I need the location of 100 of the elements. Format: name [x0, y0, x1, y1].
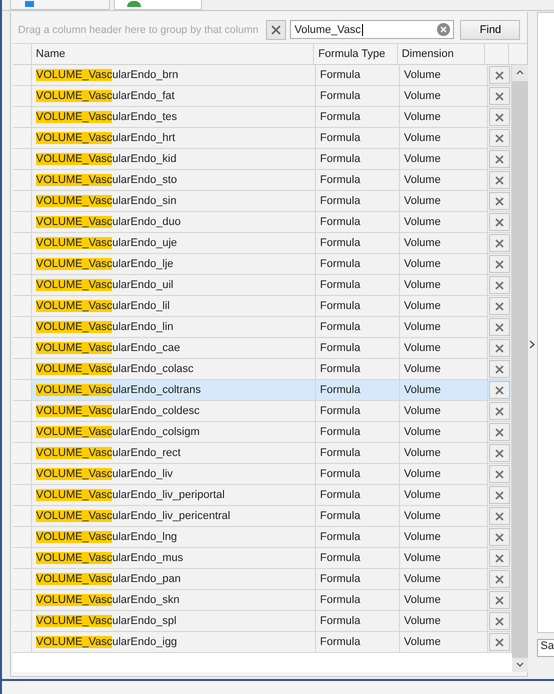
table-row[interactable]: VOLUME_VascularEndo_lil Formula Volume	[13, 296, 512, 317]
table-cell: Formula	[320, 636, 360, 648]
close-icon	[495, 428, 504, 436]
table-row[interactable]: VOLUME_VascularEndo_coldesc Formula Volume	[13, 401, 512, 422]
table-row[interactable]: VOLUME_VascularEndo_cae Formula Volume	[13, 338, 512, 359]
delete-button[interactable]	[489, 402, 510, 420]
table-row[interactable]: VOLUME_VascularEndo_lje Formula Volume	[13, 254, 512, 275]
table-row[interactable]: VOLUME_VascularEndo_brn Formula Volume	[13, 65, 512, 86]
table-cell: Volume	[404, 489, 441, 501]
close-icon	[495, 112, 504, 122]
delete-button[interactable]	[489, 318, 510, 336]
table-row[interactable]: VOLUME_VascularEndo_lin Formula Volume	[13, 317, 512, 338]
delete-button[interactable]	[489, 549, 510, 567]
table-row[interactable]: VOLUME_VascularEndo_uil Formula Volume	[13, 275, 512, 296]
table-row[interactable]: VOLUME_VascularEndo_hrt Formula Volume	[13, 128, 512, 149]
table-row[interactable]: VOLUME_VascularEndo_kid Formula Volume	[13, 149, 512, 170]
table-cell: Volume	[404, 447, 441, 459]
delete-button[interactable]	[489, 339, 510, 357]
tab[interactable]	[114, 0, 202, 10]
delete-button[interactable]	[489, 591, 510, 609]
table-row[interactable]: VOLUME_VascularEndo_spl Formula Volume	[13, 611, 512, 632]
table-row[interactable]: VOLUME_VascularEndo_uje Formula Volume	[13, 233, 512, 254]
table-cell: Volume	[404, 363, 441, 375]
table-row[interactable]: VOLUME_VascularEndo_mus Formula Volume	[13, 548, 512, 569]
input-field[interactable]: Sa	[536, 639, 554, 657]
delete-button[interactable]	[489, 108, 510, 126]
table-cell: Volume	[404, 594, 441, 606]
table-cell: Formula	[320, 300, 360, 312]
delete-button[interactable]	[489, 171, 510, 189]
table-cell: VOLUME_VascularEndo_lje	[36, 258, 174, 270]
close-icon	[495, 386, 504, 394]
delete-button[interactable]	[489, 465, 510, 483]
delete-button[interactable]	[489, 381, 510, 399]
delete-button[interactable]	[489, 192, 510, 210]
table-row[interactable]: VOLUME_VascularEndo_fat Formula Volume	[13, 86, 512, 107]
close-icon	[495, 238, 504, 248]
table-row[interactable]: VOLUME_VascularEndo_igg Formula Volume	[13, 632, 512, 653]
table-row[interactable]: VOLUME_VascularEndo_liv Formula Volume	[13, 464, 512, 485]
table-row[interactable]: VOLUME_VascularEndo_duo Formula Volume	[13, 212, 512, 233]
table-row[interactable]: VOLUME_VascularEndo_tes Formula Volume	[13, 107, 512, 128]
table-cell: Formula	[320, 531, 360, 543]
table-cell: VOLUME_VascularEndo_spl	[36, 615, 176, 627]
column-header[interactable]: Dimension	[398, 44, 486, 64]
table-cell: Formula	[320, 426, 360, 438]
column-header[interactable]: Name	[32, 44, 314, 64]
table-row[interactable]: VOLUME_VascularEndo_colasc Formula Volume	[13, 359, 512, 380]
column-header[interactable]: Formula Type	[314, 44, 398, 64]
delete-button[interactable]	[489, 423, 510, 441]
search-field[interactable]: Volume_Vasc	[290, 20, 454, 39]
scroll-up-icon[interactable]	[516, 69, 524, 75]
tab[interactable]	[10, 0, 110, 10]
scroll-down-icon[interactable]	[516, 662, 524, 668]
delete-button[interactable]	[489, 444, 510, 462]
close-icon	[495, 616, 504, 626]
delete-button[interactable]	[489, 276, 510, 294]
delete-button[interactable]	[489, 633, 510, 651]
delete-button[interactable]	[489, 150, 510, 168]
delete-button[interactable]	[489, 486, 510, 504]
table-row[interactable]: VOLUME_VascularEndo_sin Formula Volume	[13, 191, 512, 212]
delete-button[interactable]	[489, 297, 510, 315]
table-row[interactable]: VOLUME_VascularEndo_pan Formula Volume	[13, 569, 512, 590]
tab-icon	[25, 1, 34, 7]
expand-icon[interactable]	[529, 340, 536, 349]
close-icon	[495, 134, 504, 142]
table-row[interactable]: VOLUME_VascularEndo_rect Formula Volume	[13, 443, 512, 464]
table-row[interactable]: VOLUME_VascularEndo_skn Formula Volume	[13, 590, 512, 611]
delete-button[interactable]	[489, 360, 510, 378]
delete-button[interactable]	[489, 66, 510, 84]
delete-button[interactable]	[489, 234, 510, 252]
close-icon	[495, 344, 504, 352]
table-row[interactable]: VOLUME_VascularEndo_sto Formula Volume	[13, 170, 512, 191]
table-cell: Volume	[404, 426, 441, 438]
close-icon	[495, 260, 504, 268]
table-cell: Formula	[320, 69, 360, 81]
table-cell: VOLUME_VascularEndo_colsigm	[36, 426, 200, 438]
table-row[interactable]: VOLUME_VascularEndo_lng Formula Volume	[13, 527, 512, 548]
clear-icon[interactable]	[437, 23, 450, 36]
table-cell: Volume	[404, 552, 441, 564]
delete-button[interactable]	[489, 612, 510, 630]
table-row[interactable]: VOLUME_VascularEndo_colsigm Formula Volume	[13, 422, 512, 443]
table-row[interactable]: VOLUME_VascularEndo_liv_pericentral Formula Volume	[13, 506, 512, 527]
table-cell: Volume	[404, 342, 441, 354]
table-cell: Formula	[320, 237, 360, 249]
delete-button[interactable]	[489, 87, 510, 105]
table-row[interactable]: VOLUME_VascularEndo_coltrans Formula Volume	[13, 380, 512, 401]
close-icon	[495, 70, 504, 80]
table-cell: VOLUME_VascularEndo_colasc	[36, 363, 194, 375]
table-cell: Volume	[404, 615, 441, 627]
table-cell: Volume	[404, 258, 441, 270]
table-row[interactable]: VOLUME_VascularEndo_liv_periportal Formula Volume	[13, 485, 512, 506]
delete-button[interactable]	[489, 570, 510, 588]
find-button[interactable]: Find	[460, 20, 520, 40]
delete-button[interactable]	[489, 213, 510, 231]
clear-search-button[interactable]	[266, 20, 286, 40]
delete-button[interactable]	[489, 129, 510, 147]
table-cell: Formula	[320, 258, 360, 270]
delete-button[interactable]	[489, 255, 510, 273]
delete-button[interactable]	[489, 507, 510, 525]
table-cell: Volume	[404, 468, 441, 480]
delete-button[interactable]	[489, 528, 510, 546]
